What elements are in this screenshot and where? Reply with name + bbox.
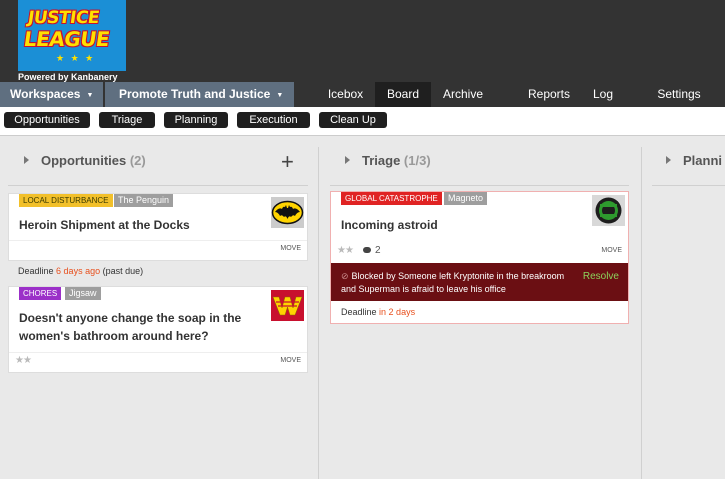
logo-text-line2: LEAGUE xyxy=(22,27,111,51)
move-button[interactable]: MOVE xyxy=(280,245,301,252)
column-title: Triage xyxy=(362,153,401,168)
chevron-down-icon: ▼ xyxy=(276,92,284,99)
deadline-label: Deadline xyxy=(18,266,54,276)
blocked-icon: ⊘ xyxy=(341,271,349,281)
stage-button-clean-up[interactable]: Clean Up xyxy=(319,112,387,128)
deadline-line: Deadline in 2 days xyxy=(341,307,415,317)
nav-reports[interactable]: Reports xyxy=(520,82,578,107)
nav-archive[interactable]: Archive xyxy=(435,82,491,107)
stage-button-triage[interactable]: Triage xyxy=(99,112,155,128)
project-dropdown[interactable]: Promote Truth and Justice ▼ xyxy=(105,82,294,107)
card-title[interactable]: Heroin Shipment at the Docks xyxy=(19,216,190,234)
nav-bar: Workspaces ▼ Promote Truth and Justice ▼ I… xyxy=(0,82,725,107)
move-button[interactable]: MOVE xyxy=(280,357,301,364)
deadline-value: in 2 days xyxy=(379,307,416,317)
logo-box: JUSTICE LEAGUE ★ ★ ★ xyxy=(18,0,126,71)
top-bar: JUSTICE LEAGUE ★ ★ ★ Powered by Kanbaner… xyxy=(0,0,725,82)
column-opportunities: Opportunities (2) + LOCAL DISTURBANCE Th… xyxy=(0,147,318,479)
nav-log[interactable]: Log xyxy=(586,82,620,107)
justice-league-logo[interactable]: JUSTICE LEAGUE ★ ★ ★ Powered by Kanbaner… xyxy=(18,0,126,82)
card-footer: MOVE xyxy=(9,240,307,260)
nav-settings[interactable]: Settings xyxy=(646,82,712,107)
nav-icebox[interactable]: Icebox xyxy=(318,82,373,107)
owner-tag: The Penguin xyxy=(114,194,174,207)
card-footer: ★★ 2 MOVE xyxy=(331,243,628,262)
column-title: Opportunities xyxy=(41,153,127,168)
add-task-button[interactable]: + xyxy=(281,149,294,175)
task-card[interactable]: GLOBAL CATASTROPHE Magneto Incoming astr… xyxy=(330,191,629,324)
resolve-link[interactable]: Resolve xyxy=(583,271,619,282)
green-lantern-logo-icon xyxy=(592,195,625,226)
batman-logo-icon xyxy=(271,197,304,228)
deadline-label: Deadline xyxy=(341,307,377,317)
priority-stars[interactable]: ★★ xyxy=(337,245,354,256)
column-count: (2) xyxy=(129,153,146,168)
comments-indicator[interactable]: 2 xyxy=(359,245,381,256)
column-header[interactable]: Planni xyxy=(666,153,722,175)
move-button[interactable]: MOVE xyxy=(601,247,622,254)
column-triage: Triage (1/3) GLOBAL CATASTROPHE Magneto … xyxy=(319,147,641,479)
card-footer: ★★ MOVE xyxy=(9,352,307,372)
wonder-woman-logo-icon xyxy=(271,290,304,321)
comment-icon xyxy=(363,247,371,253)
expand-triangle-icon[interactable] xyxy=(345,156,350,164)
task-card[interactable]: LOCAL DISTURBANCE The Penguin Heroin Shi… xyxy=(8,193,308,261)
expand-triangle-icon[interactable] xyxy=(666,156,671,164)
workspaces-dropdown[interactable]: Workspaces ▼ xyxy=(0,82,103,107)
blocked-message: ⊘ Blocked by Someone left Kryptonite in t… xyxy=(341,270,581,296)
nav-board[interactable]: Board xyxy=(375,82,431,107)
deadline-line: Deadline 6 days ago (past due) xyxy=(18,266,143,276)
chevron-down-icon: ▼ xyxy=(86,92,94,99)
column-header-rule xyxy=(330,185,629,186)
stage-button-planning[interactable]: Planning xyxy=(164,112,228,128)
type-tag: LOCAL DISTURBANCE xyxy=(19,194,113,207)
column-header-rule xyxy=(652,185,725,186)
deadline-note: (past due) xyxy=(102,266,144,276)
column-title: Planni xyxy=(683,153,723,168)
comment-count: 2 xyxy=(375,245,381,256)
blocked-banner: ⊘ Blocked by Someone left Kryptonite in t… xyxy=(331,263,628,301)
owner-tag: Magneto xyxy=(444,192,488,205)
expand-triangle-icon[interactable] xyxy=(24,156,29,164)
column-header[interactable]: Triage (1/3) xyxy=(345,153,431,175)
column-header[interactable]: Opportunities (2) xyxy=(24,153,146,175)
stage-bar: Opportunities Triage Planning Execution … xyxy=(0,107,725,136)
logo-stars: ★ ★ ★ xyxy=(56,53,96,63)
deadline-value: 6 days ago xyxy=(56,266,101,276)
blocked-text: Blocked by Someone left Kryptonite in th… xyxy=(341,271,565,294)
priority-stars[interactable]: ★★ xyxy=(15,355,32,366)
card-title[interactable]: Doesn't anyone change the soap in the wo… xyxy=(19,309,259,345)
type-tag: GLOBAL CATASTROPHE xyxy=(341,192,442,205)
workspaces-label: Workspaces xyxy=(10,87,81,101)
project-label: Promote Truth and Justice xyxy=(119,87,271,101)
stage-button-execution[interactable]: Execution xyxy=(237,112,310,128)
stage-button-opportunities[interactable]: Opportunities xyxy=(4,112,90,128)
task-card[interactable]: CHORES Jigsaw Doesn't anyone change the … xyxy=(8,286,308,373)
card-title[interactable]: Incoming astroid xyxy=(341,216,438,234)
logo-text-line1: JUSTICE xyxy=(26,8,101,28)
column-count: (1/3) xyxy=(403,153,431,168)
powered-by-text: Powered by Kanbanery xyxy=(18,72,118,82)
column-header-rule xyxy=(8,185,308,186)
type-tag: CHORES xyxy=(19,287,62,300)
column-planning: Planni xyxy=(642,147,725,479)
owner-tag: Jigsaw xyxy=(65,287,101,300)
